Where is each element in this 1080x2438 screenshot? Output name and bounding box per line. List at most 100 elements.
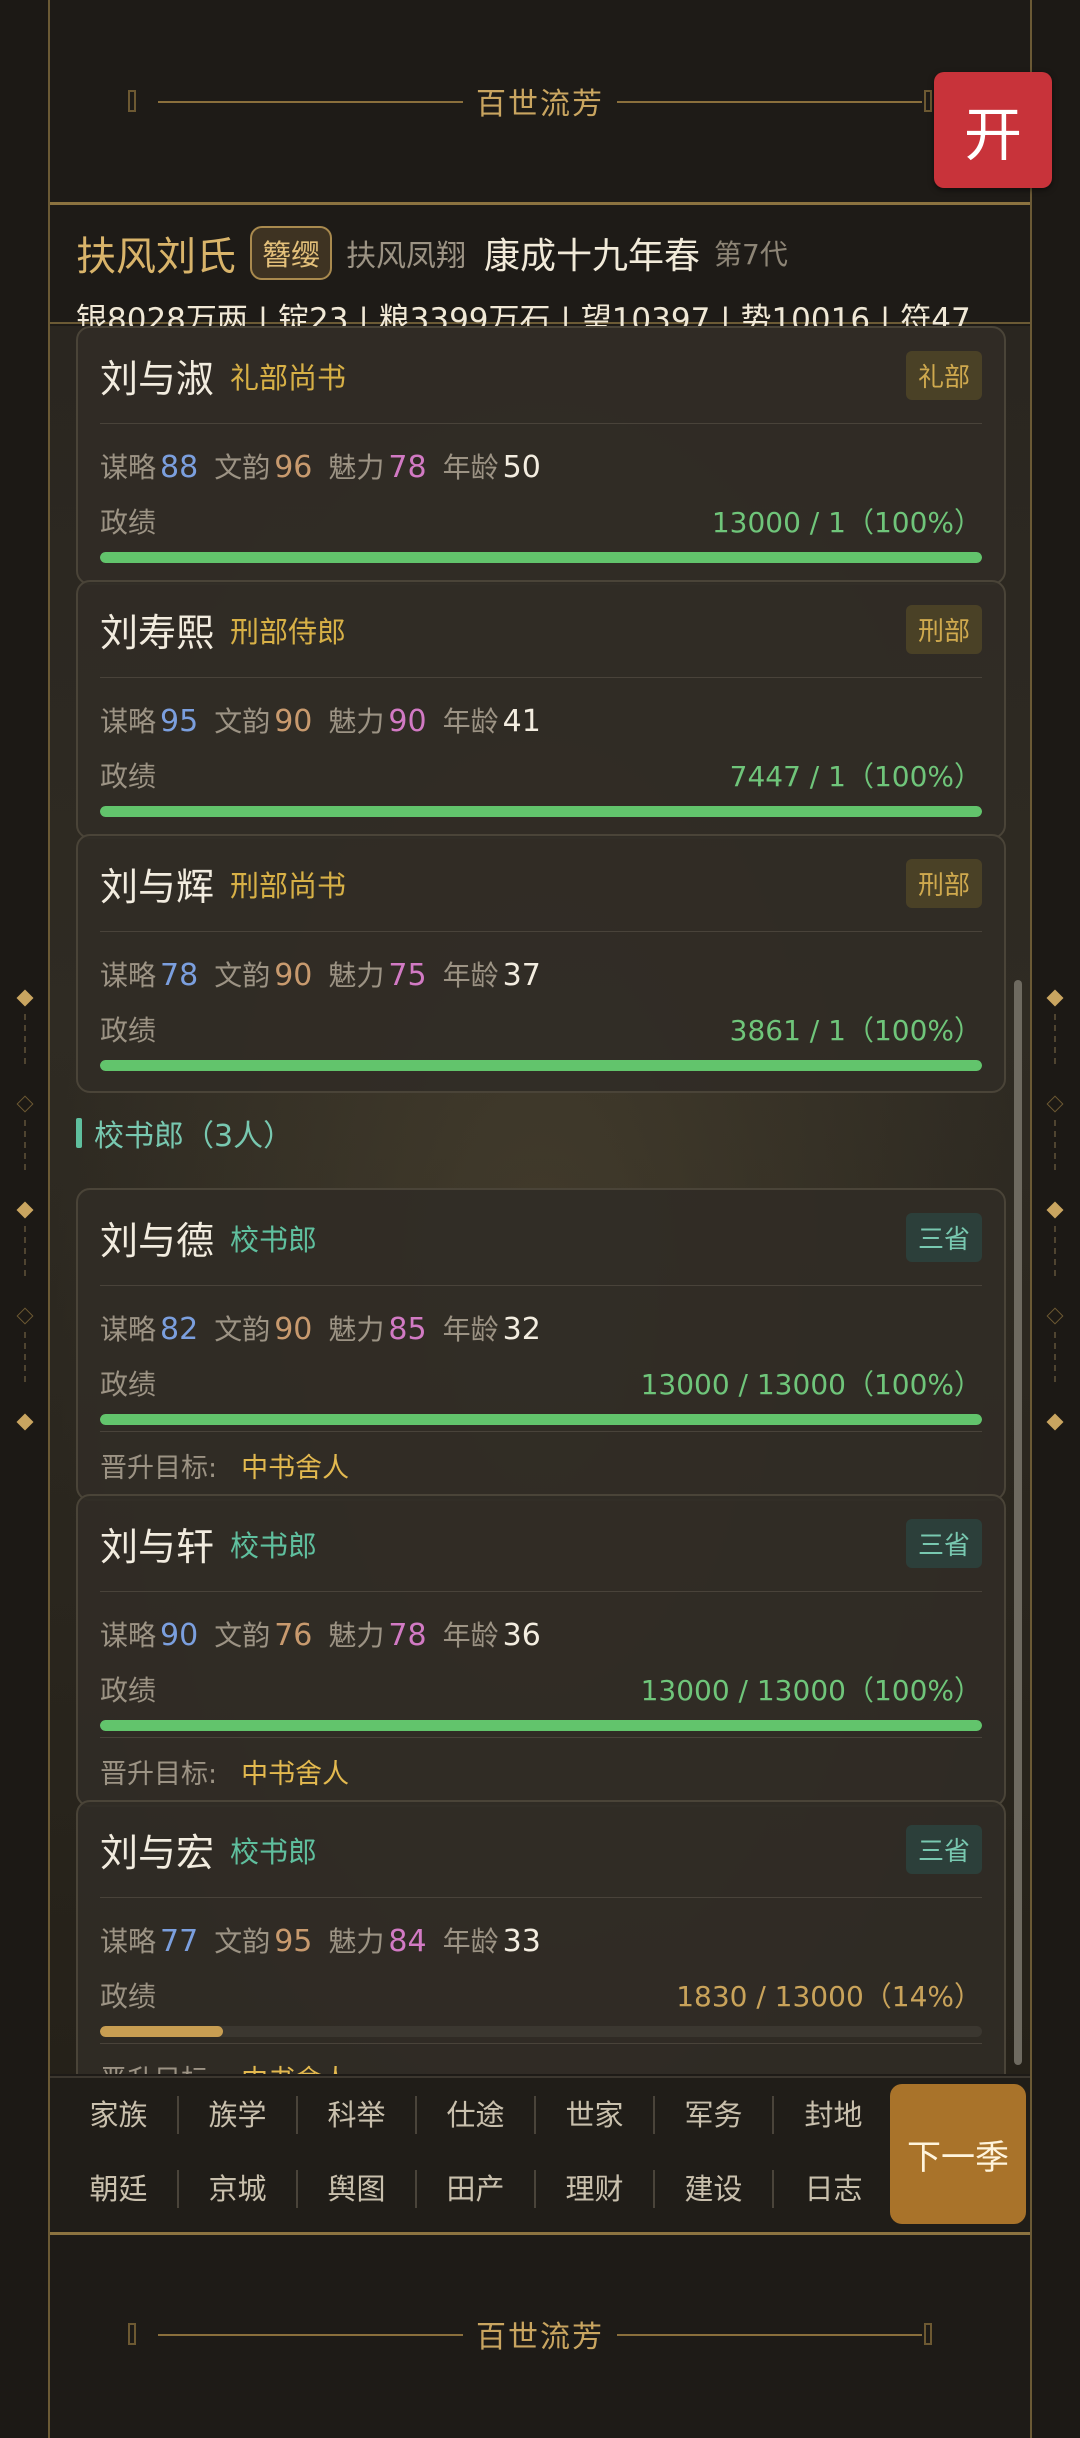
banner-cap-left: [128, 90, 136, 112]
banner-cap-right: [924, 2322, 932, 2345]
nav-item[interactable]: 日志: [774, 2170, 893, 2208]
nav-item[interactable]: 封地: [774, 2096, 893, 2134]
stat-charm: 84: [388, 1924, 427, 1959]
perf-label: 政绩: [100, 1674, 157, 1707]
perf-progress-bar: [100, 2026, 982, 2037]
nav-item[interactable]: 仕途: [417, 2096, 536, 2134]
generation-label: 第7代: [714, 238, 788, 271]
stat-label-charm: 魅力: [328, 1619, 385, 1652]
promote-target: 中书舍人: [241, 1453, 350, 1484]
ornament-diamond: [16, 989, 34, 1007]
perf-label: 政绩: [100, 1980, 157, 2013]
stat-label-charm: 魅力: [328, 1925, 385, 1958]
official-card[interactable]: 刘寿熙 刑部侍郎 刑部 谋略 95 文韵 90 魅力 90 年龄 41 政绩 7447 / 1（100%…: [76, 580, 1006, 839]
stat-culture: 96: [274, 450, 313, 485]
ornament-dash: [1054, 1120, 1056, 1170]
ornament-diamond: [16, 1095, 34, 1113]
stat-label-age: 年龄: [442, 1619, 499, 1652]
official-card[interactable]: 刘与淑 礼部尚书 礼部 谋略 88 文韵 96 魅力 78 年龄 50 政绩 13000 / 1（100…: [76, 326, 1006, 585]
next-season-button[interactable]: 下一季: [890, 2084, 1026, 2224]
season-label: 康成十九年春: [484, 236, 701, 277]
stat-label-culture: 文韵: [214, 1313, 271, 1346]
side-ornament-left: [14, 989, 34, 1442]
stat-label-charm: 魅力: [328, 451, 385, 484]
official-title: 礼部尚书: [230, 360, 347, 395]
official-card[interactable]: 刘与辉 刑部尚书 刑部 谋略 78 文韵 90 魅力 75 年龄 37 政绩 3861 / 1（100%…: [76, 834, 1006, 1093]
top-banner: 百世流芳: [50, 0, 1030, 205]
perf-progress-fill: [100, 1060, 982, 1071]
dept-badge: 礼部: [905, 351, 982, 400]
official-card[interactable]: 刘与德 校书郎 三省 谋略 82 文韵 90 魅力 85 年龄 32 政绩 13000 / 13000（…: [76, 1188, 1006, 1501]
nav-item[interactable]: 世家: [536, 2096, 655, 2134]
nav-item[interactable]: 科举: [298, 2096, 417, 2134]
perf-value: 13000 / 13000（100%）: [640, 1368, 982, 1401]
stat-charm: 90: [388, 704, 427, 739]
official-list[interactable]: 刘与淑 礼部尚书 礼部 谋略 88 文韵 96 魅力 78 年龄 50 政绩 13000 / 1（100…: [50, 326, 1030, 2074]
banner-cap-left: [128, 2322, 136, 2345]
perf-value: 1830 / 13000（14%）: [676, 1980, 982, 2013]
stat-label-strategy: 谋略: [100, 451, 157, 484]
ornament-dash: [24, 1226, 26, 1276]
stat-label-strategy: 谋略: [100, 1313, 157, 1346]
nav-item[interactable]: 家族: [60, 2096, 179, 2134]
scrollbar[interactable]: [1014, 980, 1022, 2065]
official-card[interactable]: 刘与轩 校书郎 三省 谋略 90 文韵 76 魅力 78 年龄 36 政绩 13000 / 13000（…: [76, 1494, 1006, 1807]
dept-badge: 三省: [905, 1519, 982, 1568]
rank-badge[interactable]: 簪缨: [250, 226, 333, 280]
stat-label-culture: 文韵: [214, 705, 271, 738]
perf-progress-bar: [100, 1414, 982, 1425]
nav-item[interactable]: 舆图: [298, 2170, 417, 2208]
nav-item[interactable]: 田产: [417, 2170, 536, 2208]
nav-item[interactable]: 朝廷: [60, 2170, 179, 2208]
perf-value: 3861 / 1（100%）: [729, 1014, 982, 1047]
banner-title: 百世流芳: [476, 2319, 604, 2355]
official-title: 刑部侍郎: [230, 614, 347, 649]
ornament-dash: [1054, 1014, 1056, 1064]
ornament-dash: [24, 1014, 26, 1064]
official-name: 刘与轩: [100, 1525, 215, 1569]
ornament-dash: [1054, 1332, 1056, 1382]
stat-strategy: 90: [160, 1618, 199, 1653]
promote-label: 晋升目标:: [100, 2058, 217, 2074]
stat-charm: 75: [388, 958, 427, 993]
perf-progress-fill: [100, 552, 982, 563]
perf-progress-fill: [100, 806, 982, 817]
official-name: 刘寿熙: [100, 611, 215, 655]
nav-item[interactable]: 军务: [655, 2096, 774, 2134]
promote-label: 晋升目标:: [100, 1453, 218, 1484]
stat-strategy: 78: [160, 958, 199, 993]
ornament-diamond: [1046, 1307, 1064, 1325]
official-name: 刘与辉: [100, 865, 215, 909]
promote-label: 晋升目标:: [100, 1759, 218, 1790]
official-name: 刘与淑: [100, 357, 215, 401]
ornament-dash: [24, 1120, 26, 1170]
stat-culture: 90: [274, 958, 313, 993]
perf-label: 政绩: [100, 760, 157, 793]
perf-label: 政绩: [100, 1014, 157, 1047]
official-title: 刑部尚书: [230, 868, 347, 903]
stat-label-culture: 文韵: [214, 1925, 271, 1958]
stat-age: 33: [502, 1924, 541, 1959]
nav-item[interactable]: 京城: [179, 2170, 298, 2208]
official-card[interactable]: 刘与宏 校书郎 三省 谋略 77 文韵 95 魅力 84 年龄 33 政绩 1830 / 13000（1…: [76, 1800, 1006, 2074]
dept-badge: 刑部: [905, 605, 982, 654]
dept-badge: 三省: [905, 1213, 982, 1262]
clan-motto: 扶风凤翔: [346, 239, 467, 274]
section-header-jiaoshulang: 校书郎（3人）: [76, 1116, 293, 1154]
nav-item[interactable]: 理财: [536, 2170, 655, 2208]
ornament-dash: [1054, 1226, 1056, 1276]
stat-culture: 90: [274, 1312, 313, 1347]
nav-item[interactable]: 族学: [179, 2096, 298, 2134]
stat-label-charm: 魅力: [328, 1313, 385, 1346]
nav-item[interactable]: 建设: [655, 2170, 774, 2208]
perf-progress-fill: [100, 1720, 982, 1731]
stat-label-charm: 魅力: [328, 705, 385, 738]
stat-label-culture: 文韵: [214, 959, 271, 992]
stat-age: 50: [502, 450, 541, 485]
stat-label-strategy: 谋略: [100, 1619, 157, 1652]
stat-label-age: 年龄: [442, 959, 499, 992]
open-button[interactable]: 开: [934, 72, 1052, 188]
dept-badge: 刑部: [905, 859, 982, 908]
perf-progress-bar: [100, 552, 982, 563]
promote-target: 中书舍人: [241, 1759, 350, 1790]
